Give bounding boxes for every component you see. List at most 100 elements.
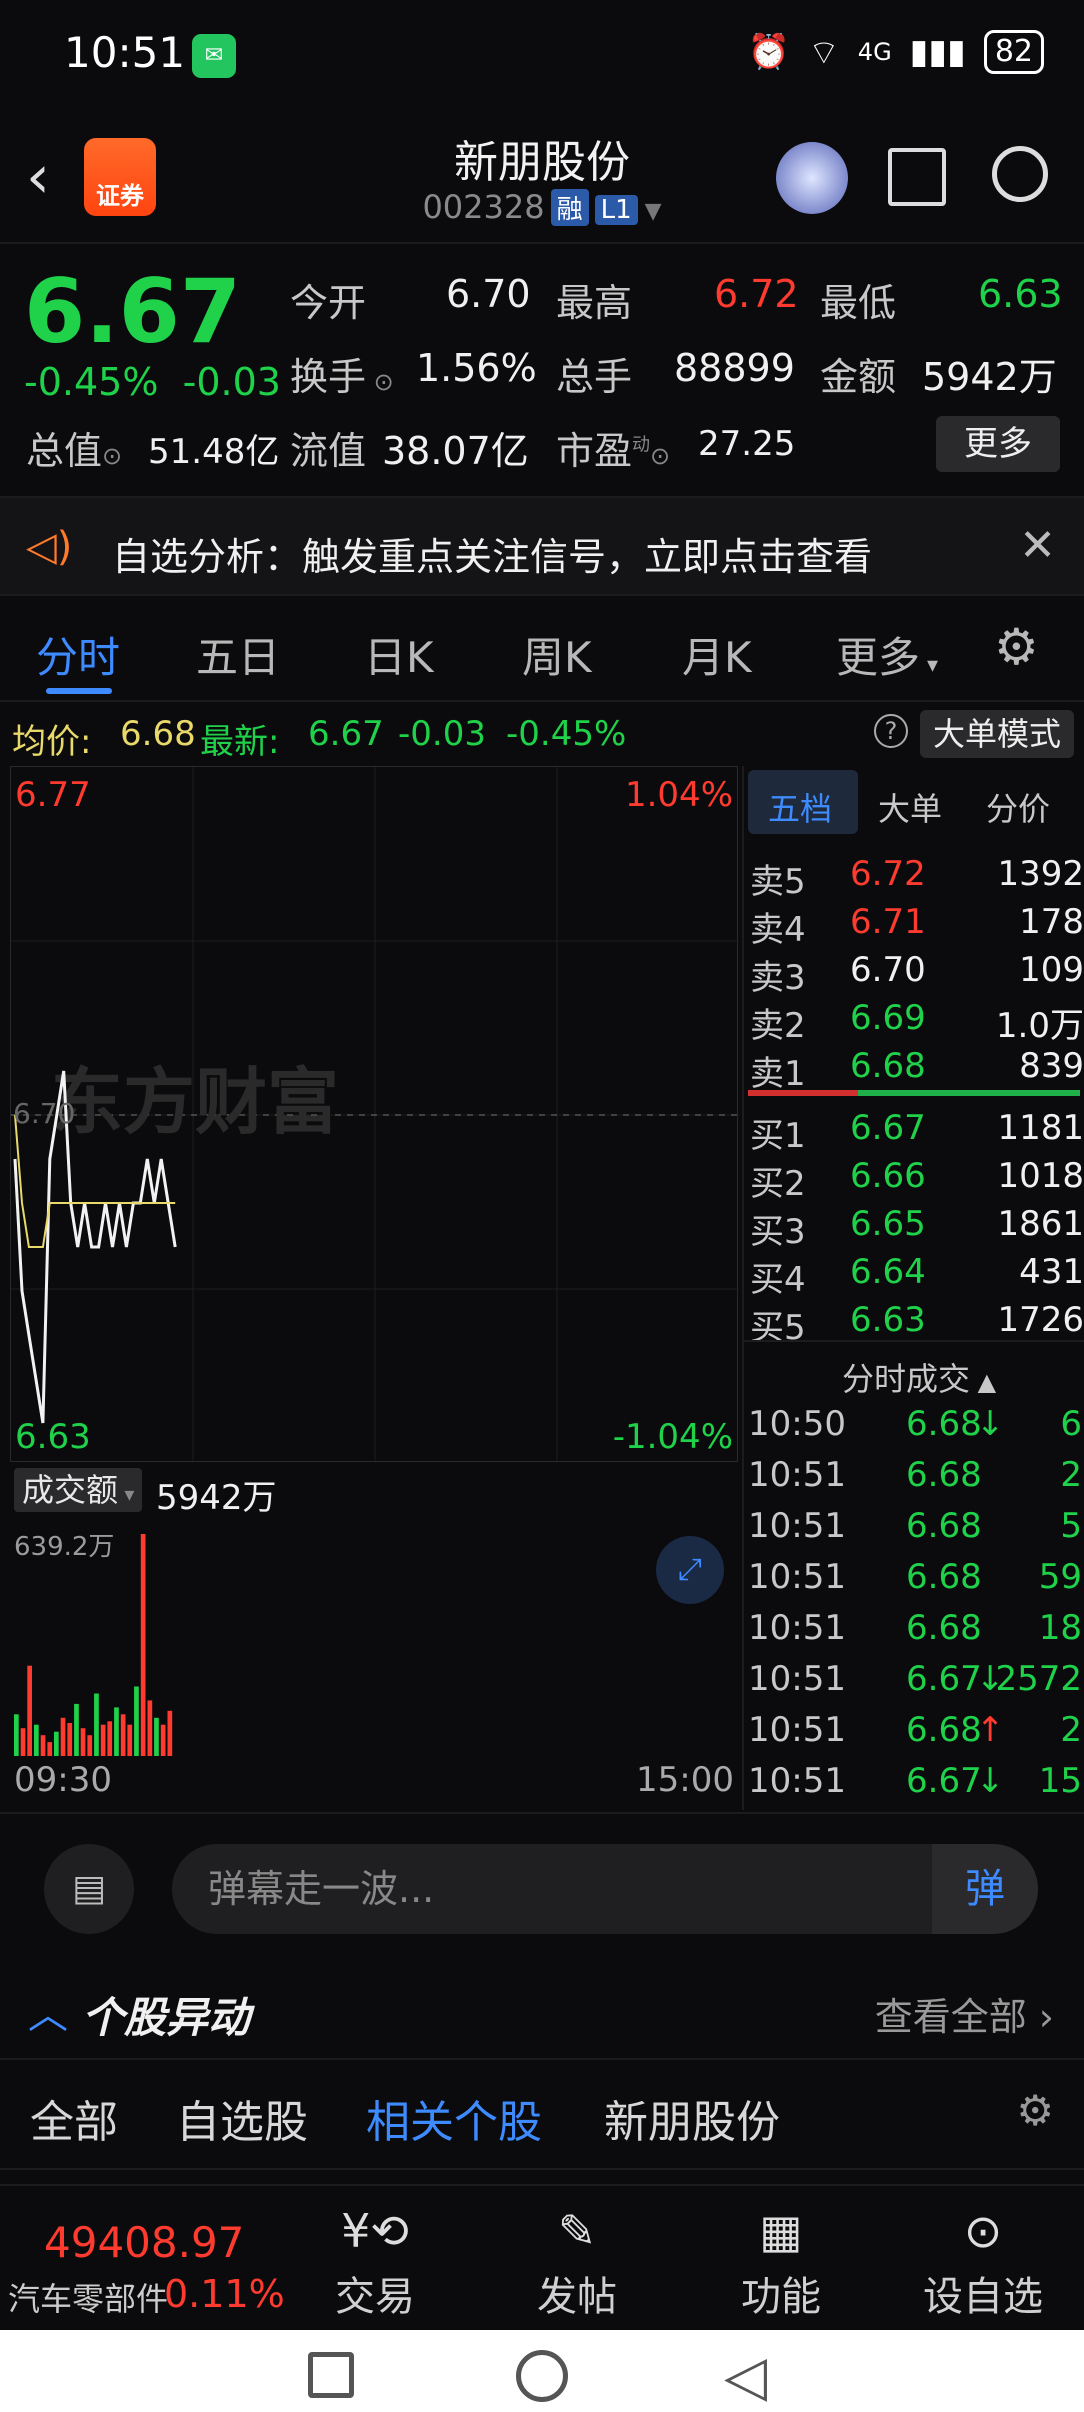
danmu-settings-icon[interactable]: ▤ — [44, 1844, 134, 1934]
volume-bar — [54, 1731, 59, 1756]
turnover-value: 1.56% — [416, 346, 537, 390]
index-ticker[interactable]: 49408.97 汽车零部件 0.11% — [0, 2186, 290, 2332]
subtab-settings-gear-icon[interactable]: ⚙ — [1016, 2086, 1054, 2135]
bottom-nav: 49408.97 汽车零部件 0.11% ¥⟲ 交易 ✎ 发帖 ▦ 功能 ⊙ 设自选 — [0, 2184, 1084, 2330]
volume-bar — [147, 1700, 153, 1756]
view-all-link[interactable]: 查看全部 › — [875, 1986, 1054, 2041]
ask-bid-bar-green — [858, 1090, 1080, 1096]
tick-row: 10:51 6.67 ↓ 2572 — [748, 1659, 1082, 1699]
avg-label: 均价: — [12, 722, 92, 762]
volume-bar — [87, 1735, 93, 1756]
volume-bar — [34, 1724, 39, 1756]
pct-bottom-label: -1.04% — [612, 1417, 733, 1457]
tab-intraday[interactable]: 分时 — [36, 624, 120, 685]
ticks-title[interactable]: 分时成交 ▲ — [842, 1354, 996, 1400]
pe-label: 市盈动⊙ — [556, 429, 671, 473]
time-start: 09:30 — [14, 1760, 112, 1800]
volume-bar — [140, 1534, 146, 1756]
ask-row: 卖1 6.68 839 — [750, 1046, 1084, 1094]
time-end: 15:00 — [636, 1760, 734, 1800]
tab-weekly-k[interactable]: 周K — [522, 624, 592, 685]
tab-daily-k[interactable]: 日K — [364, 624, 434, 685]
open-value: 6.70 — [446, 272, 531, 316]
tick-row: 10:51 6.68 2 — [748, 1455, 1082, 1495]
subtab-all[interactable]: 全部 — [30, 2086, 118, 2150]
subtab-stock[interactable]: 新朋股份 — [604, 2086, 780, 2150]
volume-bar — [80, 1728, 86, 1756]
latest-pct: -0.45% — [506, 714, 627, 754]
grid-icon: ▦ — [759, 2204, 803, 2258]
high-value: 6.72 — [714, 272, 799, 316]
turnover-label: 换手 ⊙ — [290, 355, 394, 399]
danmu-send-button[interactable]: 弹 — [932, 1844, 1038, 1934]
stock-code: 002328 — [422, 188, 545, 226]
low-label: 最低 — [820, 281, 897, 325]
intraday-chart[interactable]: 东方财富 6.77 1.04% 6.70 6.63 -1.04% — [10, 766, 739, 1463]
pe-value: 27.25 — [698, 424, 796, 464]
ask-row: 卖4 6.71 178 — [750, 902, 1084, 950]
ask-row: 卖5 6.72 1392 — [750, 854, 1084, 902]
wifi-icon: ⌔ — [807, 32, 840, 73]
recent-apps-icon[interactable] — [308, 2352, 354, 2398]
settings-gear-icon[interactable]: ⚙ — [994, 618, 1039, 676]
help-icon[interactable]: ? — [874, 714, 908, 748]
intraday-info-bar: 均价: 6.68 最新: 6.67 -0.03 -0.45% ? 大单模式 — [0, 702, 1084, 762]
volume-bar — [74, 1703, 79, 1756]
share-icon[interactable] — [888, 148, 946, 206]
nav-add-watchlist[interactable]: ⊙ 设自选 — [908, 2204, 1058, 2322]
more-dots-icon: ⊙ — [963, 2204, 1003, 2258]
index-value: 49408.97 — [44, 2218, 245, 2267]
trade-icon: ¥⟲ — [341, 2204, 409, 2258]
latest-label: 最新: — [200, 722, 280, 762]
volume-bar — [114, 1707, 119, 1756]
tick-row: 10:50 6.68 ↓ 6 — [748, 1404, 1082, 1444]
subtab-watchlist[interactable]: 自选股 — [176, 2086, 308, 2150]
volume-bar — [154, 1717, 159, 1756]
nav-post[interactable]: ✎ 发帖 — [502, 2204, 652, 2322]
low-value: 6.63 — [978, 272, 1063, 316]
order-book-panel: 五档 大单 分价 卖5 6.72 1392 卖4 6.71 178 卖3 6.70 109 卖2 6… — [742, 766, 1084, 1810]
danmu-input[interactable]: 弹幕走一波... — [172, 1844, 1038, 1934]
more-button[interactable]: 更多 — [936, 416, 1060, 472]
chart-tabs: 分时 五日 日K 周K 月K 更多 ▾ ⚙ — [0, 598, 1084, 702]
nav-trade[interactable]: ¥⟲ 交易 — [300, 2204, 450, 2322]
volume-chart[interactable]: 成交额 ▾ 5942万 639.2万 ⤢ 09:30 15:00 — [10, 1464, 738, 1800]
subtab-related[interactable]: 相关个股 — [366, 2086, 542, 2150]
stock-header: ‹ 证券 新朋股份 002328 融 L1 ▼ — [0, 112, 1084, 244]
volume-bars-svg — [14, 1534, 173, 1756]
tick-row: 10:51 6.67 ↓ 15 — [748, 1761, 1082, 1801]
volume-bar — [40, 1735, 46, 1756]
price-chart-svg: 东方财富 — [11, 767, 739, 1463]
tick-row: 10:51 6.68 ↑ 2 — [748, 1710, 1082, 1750]
volume-total: 5942万 — [156, 1478, 277, 1518]
big-order-mode-button[interactable]: 大单模式 — [920, 710, 1074, 758]
assistant-robot-icon[interactable] — [776, 142, 848, 214]
volume-bar — [120, 1714, 126, 1756]
home-icon[interactable] — [516, 2350, 568, 2402]
latest-change: -0.03 — [398, 714, 486, 754]
volume-bar — [27, 1665, 32, 1756]
ask-bid-bar-red — [748, 1090, 858, 1096]
tab-price-dist[interactable]: 分价 — [986, 784, 1050, 830]
tab-big-orders[interactable]: 大单 — [878, 784, 942, 830]
analysis-notice[interactable]: ◁) 自选分析：触发重点关注信号，立即点击查看 ✕ — [0, 496, 1084, 596]
volume-bar — [100, 1724, 106, 1756]
close-icon[interactable]: ✕ — [1019, 520, 1056, 571]
tab-five-day[interactable]: 五日 — [196, 624, 280, 685]
alert-subtabs: 全部 自选股 相关个股 新朋股份 ⚙ — [0, 2060, 1084, 2170]
amount-label: 金额 — [820, 355, 897, 399]
collapse-chevron-icon[interactable]: ︿ — [28, 1982, 68, 2040]
high-label: 最高 — [556, 281, 633, 325]
tab-monthly-k[interactable]: 月K — [682, 624, 752, 685]
volume-value: 88899 — [674, 346, 795, 390]
tab-underline — [46, 688, 112, 694]
search-icon[interactable] — [992, 146, 1048, 202]
signal-icon: ▮▮▮ — [909, 32, 966, 72]
back-icon[interactable]: ◁ — [724, 2344, 767, 2409]
bid-row: 买2 6.66 1018 — [750, 1156, 1084, 1204]
nav-functions[interactable]: ▦ 功能 — [706, 2204, 856, 2322]
battery-level: 82 — [983, 30, 1044, 74]
volume-type-dropdown[interactable]: 成交额 ▾ — [14, 1468, 143, 1512]
tab-more[interactable]: 更多 ▾ — [836, 624, 938, 685]
tab-five-levels[interactable]: 五档 — [768, 784, 832, 830]
